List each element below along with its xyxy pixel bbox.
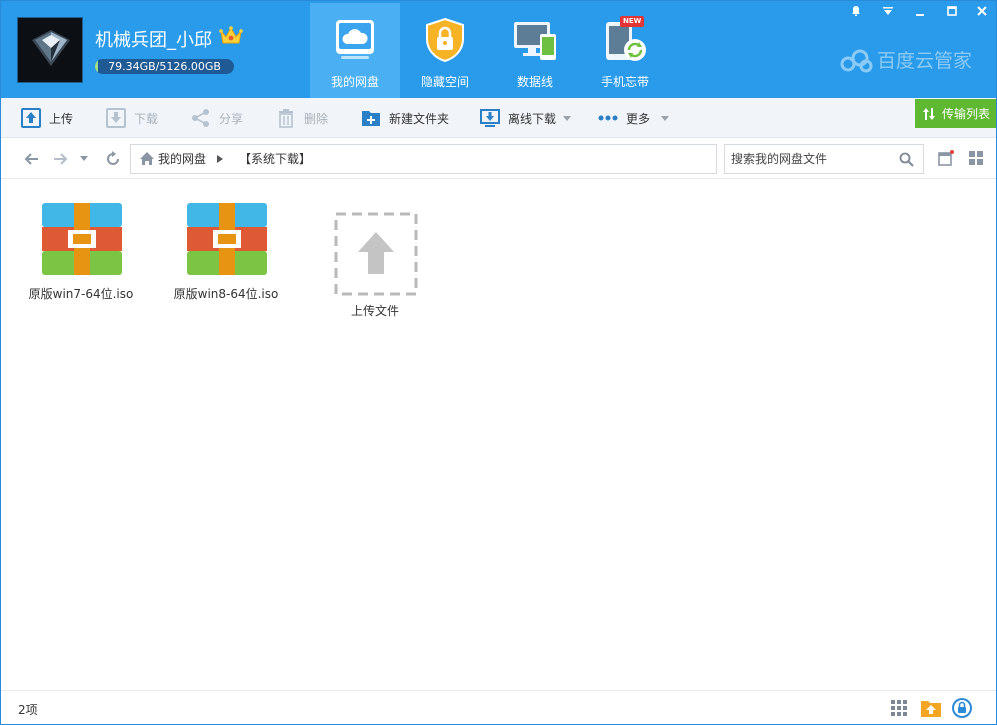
tab-label: 手机忘带	[600, 75, 649, 89]
more-button[interactable]: 更多	[598, 98, 650, 138]
home-icon[interactable]	[139, 151, 155, 166]
lock-icon	[426, 17, 464, 63]
more-dropdown-icon[interactable]	[661, 116, 669, 121]
lock-circle-icon	[952, 698, 972, 718]
upload-label: 上传	[49, 111, 74, 126]
apps-button[interactable]	[888, 697, 910, 719]
minimize-icon	[916, 14, 924, 16]
quota-bar: 79.34GB/5126.00GB	[95, 59, 234, 74]
share-icon	[192, 109, 209, 127]
quota-text: 79.34GB/5126.00GB	[108, 60, 221, 73]
back-button[interactable]	[22, 151, 40, 167]
new-badge: NEW	[620, 16, 645, 27]
file-name: 原版win8-64位.iso	[173, 287, 279, 301]
tab-hidden-space[interactable]: 隐藏空间	[400, 3, 490, 98]
forward-arrow-icon	[54, 153, 68, 165]
history-dropdown-button[interactable]	[78, 151, 90, 167]
offline-download-label: 离线下载	[508, 111, 557, 126]
maximize-icon	[947, 6, 957, 16]
file-item[interactable]: 原版win8-64位.iso	[166, 198, 286, 308]
breadcrumb-current[interactable]: 【系统下载】	[239, 145, 311, 173]
bell-icon	[852, 6, 860, 16]
vip-crown-icon[interactable]	[219, 25, 243, 47]
back-arrow-icon	[24, 153, 38, 165]
apps-grid-icon	[891, 700, 907, 716]
file-item[interactable]: 原版win7-64位.iso	[21, 198, 141, 308]
cloud-drive-icon	[336, 20, 374, 59]
upload-folder-button[interactable]	[920, 697, 942, 719]
upload-file-label: 上传文件	[350, 304, 399, 318]
download-icon	[106, 108, 126, 128]
offline-download-dropdown-icon[interactable]	[563, 116, 571, 121]
download-label: 下载	[134, 111, 159, 126]
machenike-logo-icon	[18, 18, 82, 82]
download-button[interactable]: 下载	[106, 98, 158, 138]
upload-icon	[21, 108, 41, 128]
tab-label: 数据线	[516, 75, 553, 89]
search-icon[interactable]	[899, 152, 914, 167]
new-folder-label: 新建文件夹	[389, 111, 450, 126]
upload-file-tile[interactable]: 上传文件	[315, 198, 435, 318]
refresh-icon	[107, 151, 119, 165]
baidu-cloud-logo-icon	[840, 49, 873, 73]
more-label: 更多	[626, 111, 651, 126]
transfer-list-button[interactable]: 传输列表	[915, 99, 997, 128]
minimize-button[interactable]	[905, 0, 935, 22]
breadcrumb: 我的网盘 【系统下载】	[130, 144, 717, 174]
brand-name: 百度云管家	[877, 50, 973, 72]
view-grid-button[interactable]	[967, 150, 985, 166]
view-detail-button[interactable]	[937, 150, 955, 166]
tab-forgot-phone[interactable]: NEW 手机忘带	[580, 3, 670, 98]
delete-button[interactable]: 删除	[276, 98, 328, 138]
refresh-button[interactable]	[104, 151, 122, 167]
close-button[interactable]	[967, 0, 997, 22]
close-icon	[977, 6, 987, 16]
tab-label: 我的网盘	[330, 75, 379, 89]
avatar[interactable]	[17, 17, 83, 83]
grid-view-icon	[969, 151, 983, 165]
folder-upload-icon	[921, 701, 941, 717]
search-box	[724, 144, 924, 174]
file-grid: 原版win7-64位.iso 原版win8-64位.iso 上传文件	[0, 180, 997, 690]
transfer-icon	[922, 107, 935, 120]
address-bar: 我的网盘 【系统下载】	[0, 139, 997, 179]
tab-data-cable[interactable]: 数据线	[490, 3, 580, 98]
share-label: 分享	[219, 111, 244, 126]
new-folder-button[interactable]: 新建文件夹	[361, 98, 449, 138]
upload-button[interactable]: 上传	[21, 98, 73, 138]
maximize-button[interactable]	[937, 0, 967, 22]
archive-icon	[187, 203, 267, 275]
item-count: 2项	[18, 703, 38, 717]
tab-label: 隐藏空间	[420, 75, 469, 89]
breadcrumb-root[interactable]: 我的网盘	[158, 145, 206, 173]
username: 机械兵团_小邱	[95, 30, 212, 51]
offline-download-button[interactable]: 离线下载	[480, 98, 556, 138]
more-dots-icon	[598, 115, 618, 121]
trash-icon	[279, 109, 293, 128]
forward-button[interactable]	[52, 151, 70, 167]
detail-view-icon	[938, 150, 954, 166]
header: 机械兵团_小邱 79.34GB/5126.00GB 我的网盘 隐藏空间 数据线 …	[0, 0, 997, 98]
toolbar: 上传 下载 分享 删除 新建文件夹 离线下载 更多	[0, 98, 997, 138]
menu-dropdown-button[interactable]	[873, 0, 903, 22]
status-bar: 2项	[0, 690, 997, 725]
notification-button[interactable]	[841, 0, 871, 22]
share-button[interactable]: 分享	[191, 98, 243, 138]
new-folder-icon	[362, 111, 380, 126]
file-name: 原版win7-64位.iso	[28, 287, 134, 301]
dropdown-icon	[883, 7, 893, 15]
upload-placeholder-icon	[334, 212, 418, 296]
search-input[interactable]	[731, 150, 891, 168]
safe-lock-button[interactable]	[951, 697, 973, 719]
chevron-down-icon	[80, 156, 88, 161]
delete-label: 删除	[304, 111, 329, 126]
tab-my-drive[interactable]: 我的网盘	[310, 3, 400, 98]
archive-icon	[42, 203, 122, 275]
transfer-list-label: 传输列表	[941, 107, 990, 121]
devices-icon	[514, 22, 556, 60]
breadcrumb-separator-icon[interactable]	[217, 155, 223, 163]
offline-download-icon	[480, 109, 500, 127]
